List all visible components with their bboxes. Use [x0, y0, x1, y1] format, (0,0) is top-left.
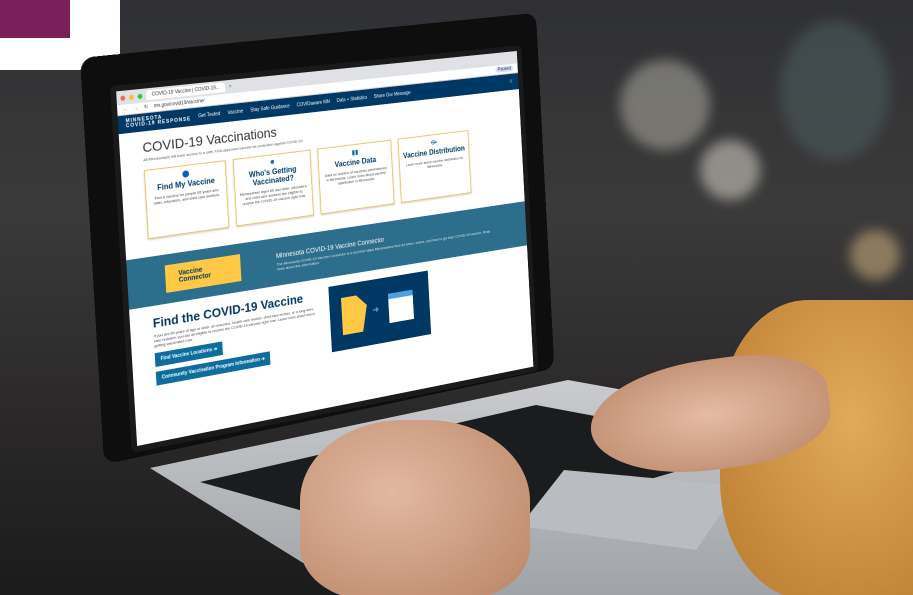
- nav-vaccine[interactable]: Vaccine: [227, 109, 243, 117]
- background-bokeh: [620, 60, 710, 150]
- left-hand: [300, 420, 530, 595]
- maximize-window-icon[interactable]: [137, 93, 143, 99]
- background-bokeh: [850, 230, 900, 280]
- arrow-icon: ➜: [371, 304, 380, 316]
- nav-data-statistics[interactable]: Data + Statistics: [337, 95, 368, 104]
- profile-paused-badge[interactable]: Paused: [495, 65, 514, 73]
- nav-get-tested[interactable]: Get Tested: [198, 111, 220, 119]
- find-text: Find the COVID-19 Vaccine If you are 65 …: [152, 289, 318, 386]
- reload-icon[interactable]: ↻: [144, 104, 148, 110]
- back-icon[interactable]: ←: [123, 106, 128, 112]
- new-tab-icon[interactable]: +: [229, 84, 232, 90]
- search-icon[interactable]: ⚲: [509, 79, 512, 85]
- minimize-window-icon[interactable]: [128, 94, 134, 100]
- vaccine-connector-button[interactable]: Vaccine Connector: [164, 254, 242, 293]
- mn-logo[interactable]: MINNESOTA COVID-19 RESPONSE: [125, 112, 191, 129]
- minnesota-map-icon: [341, 294, 368, 335]
- purple-corner-accent: [0, 0, 70, 38]
- vaccine-illustration: ➜: [328, 270, 432, 353]
- card-find-my-vaccine[interactable]: ⬤ Find My Vaccine Find a vaccine for peo…: [143, 160, 230, 240]
- card-vaccine-data[interactable]: ▮▮ Vaccine Data Data on number of vaccin…: [317, 139, 395, 215]
- nav-share-message[interactable]: Share Our Message: [374, 90, 411, 100]
- card-whos-getting-vaccinated[interactable]: ☻ Who's Getting Vaccinated? Minnesotans …: [232, 149, 314, 227]
- background-bokeh: [780, 20, 890, 160]
- background-bokeh: [700, 140, 760, 200]
- arrow-right-icon: ➔: [261, 356, 266, 363]
- browser-window: COVID-19 Vaccine | COVID-19... + ← → ↻ m…: [110, 45, 539, 454]
- card-vaccine-distribution[interactable]: ⟴ Vaccine Distribution Learn more about …: [397, 130, 472, 203]
- nav-covidaware[interactable]: COVIDaware MN: [297, 99, 331, 108]
- arrow-right-icon: ➔: [213, 346, 218, 353]
- laptop-screen: COVID-19 Vaccine | COVID-19... + ← → ↻ m…: [110, 45, 539, 454]
- nav-stay-safe[interactable]: Stay Safe Guidance: [250, 103, 290, 113]
- photo-scene: COVID-19 Vaccine | COVID-19... + ← → ↻ m…: [0, 0, 913, 595]
- calendar-icon: [387, 289, 415, 324]
- close-window-icon[interactable]: [120, 95, 126, 101]
- forward-icon[interactable]: →: [133, 105, 138, 111]
